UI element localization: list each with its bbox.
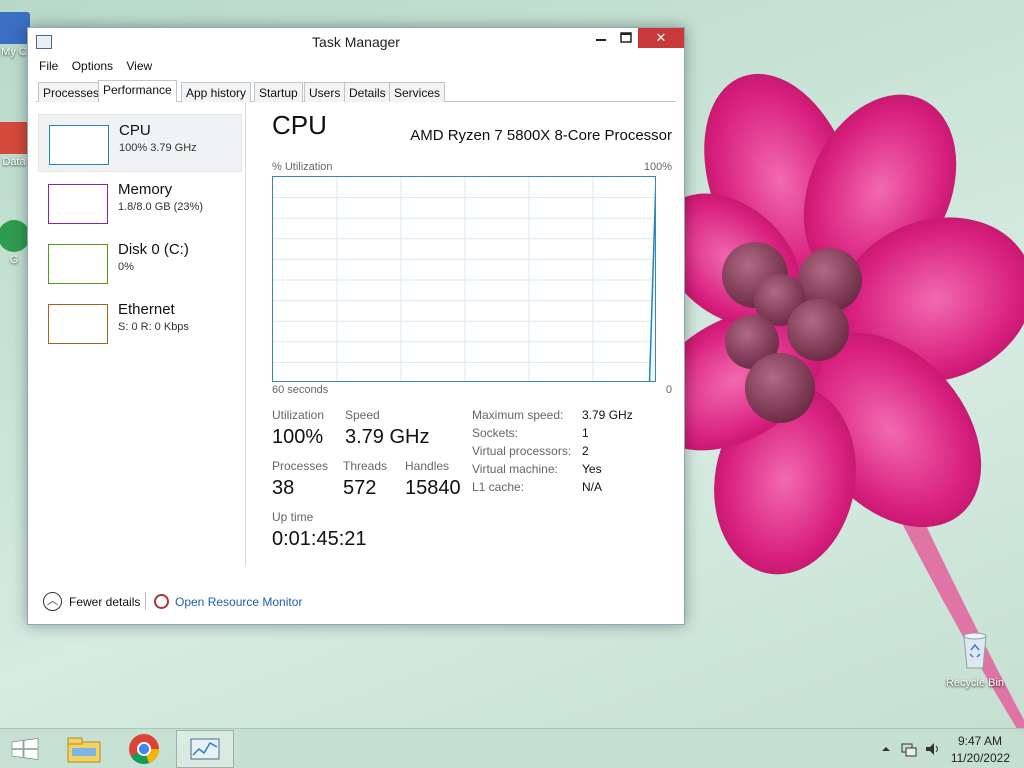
threads-value: 572 bbox=[343, 477, 377, 499]
uptime-label: Up time bbox=[272, 510, 314, 524]
uptime-value: 0:01:45:21 bbox=[272, 528, 367, 550]
file-explorer-icon bbox=[67, 737, 101, 763]
menu-bar: File Options View bbox=[34, 56, 157, 78]
desktop-icon-label: Data bbox=[2, 156, 26, 168]
spec-label: Maximum speed: bbox=[472, 408, 564, 422]
handles-label: Handles bbox=[405, 459, 450, 473]
spec-value: N/A bbox=[582, 480, 603, 494]
window-footer: ︿ Fewer details Open Resource Monitor bbox=[28, 580, 684, 624]
resource-summary: S: 0 R: 0 Kbps bbox=[118, 321, 189, 333]
chevron-up-icon[interactable]: ︿ bbox=[43, 592, 62, 611]
utilization-value: 100% bbox=[272, 426, 324, 448]
cpu-thumbnail-graph bbox=[49, 125, 109, 165]
clock-date[interactable]: 11/20/2022 bbox=[951, 751, 1010, 765]
processes-value: 38 bbox=[272, 477, 295, 499]
maximize-icon bbox=[620, 32, 632, 43]
speed-label: Speed bbox=[345, 408, 380, 422]
tab-app-history[interactable]: App history bbox=[181, 82, 252, 102]
menu-view[interactable]: View bbox=[121, 56, 157, 76]
spec-label: Virtual processors: bbox=[472, 444, 572, 458]
graph-y-label: % Utilization bbox=[272, 161, 333, 173]
cpu-utilization-graph bbox=[272, 176, 656, 382]
taskbar: 9:47 AM 11/20/2022 bbox=[0, 728, 1024, 768]
desktop-icon-label: G bbox=[9, 254, 19, 266]
speed-value: 3.79 GHz bbox=[345, 426, 430, 448]
resource-item-memory[interactable]: Memory 1.8/8.0 GB (23%) bbox=[38, 174, 242, 232]
footer-divider bbox=[145, 592, 146, 610]
processes-label: Processes bbox=[272, 459, 329, 473]
spec-label: Virtual machine: bbox=[472, 462, 558, 476]
spec-label: L1 cache: bbox=[472, 480, 525, 494]
recycle-bin-icon bbox=[963, 632, 987, 669]
resource-name: Disk 0 (C:) bbox=[118, 241, 189, 258]
open-resource-monitor-link[interactable]: Open Resource Monitor bbox=[175, 595, 302, 609]
taskbar-chrome[interactable] bbox=[115, 730, 173, 768]
resource-name: CPU bbox=[119, 122, 151, 139]
spec-label: Sockets: bbox=[472, 426, 519, 440]
network-icon[interactable] bbox=[900, 740, 918, 758]
cpu-detail: CPU AMD Ryzen 7 5800X 8-Core Processor %… bbox=[272, 102, 672, 572]
ethernet-thumbnail-graph bbox=[48, 304, 108, 344]
resource-summary: 1.8/8.0 GB (23%) bbox=[118, 201, 203, 213]
start-button[interactable] bbox=[0, 730, 50, 768]
maximize-button[interactable] bbox=[614, 28, 638, 48]
title-bar[interactable]: Task Manager ✕ bbox=[28, 28, 684, 56]
chrome-icon bbox=[129, 734, 159, 764]
minimize-button[interactable] bbox=[588, 28, 614, 48]
volume-icon[interactable] bbox=[924, 740, 942, 758]
disk-thumbnail-graph bbox=[48, 244, 108, 284]
start-icon bbox=[11, 738, 39, 760]
performance-panel: CPU 100% 3.79 GHz Memory 1.8/8.0 GB (23%… bbox=[36, 102, 676, 580]
memory-thumbnail-graph bbox=[48, 184, 108, 224]
system-tray: 9:47 AM 11/20/2022 bbox=[864, 729, 1024, 768]
tab-services[interactable]: Services bbox=[389, 82, 446, 102]
computer-icon bbox=[0, 12, 30, 44]
cpu-model-name: AMD Ryzen 7 5800X 8-Core Processor bbox=[410, 127, 672, 144]
resource-name: Ethernet bbox=[118, 301, 175, 318]
resource-summary: 100% 3.79 GHz bbox=[119, 142, 197, 154]
threads-label: Threads bbox=[343, 459, 388, 473]
desktop-icon-recycle-bin[interactable]: Recycle Bin bbox=[940, 630, 1010, 689]
utilization-label: Utilization bbox=[272, 408, 325, 422]
handles-value: 15840 bbox=[405, 477, 461, 499]
task-manager-window: Task Manager ✕ File Options View Process… bbox=[27, 27, 685, 625]
resource-summary: 0% bbox=[118, 261, 134, 273]
graph-y-max-label: 100% bbox=[643, 161, 672, 173]
tab-details[interactable]: Details bbox=[344, 82, 391, 102]
spec-value: 3.79 GHz bbox=[582, 408, 633, 422]
tab-performance[interactable]: Performance bbox=[98, 80, 177, 103]
graph-x-left-label: 60 seconds bbox=[272, 384, 329, 396]
menu-file[interactable]: File bbox=[34, 56, 63, 76]
resource-item-ethernet[interactable]: Ethernet S: 0 R: 0 Kbps bbox=[38, 294, 242, 352]
spec-value: Yes bbox=[582, 462, 602, 476]
taskbar-task-manager[interactable] bbox=[176, 730, 234, 768]
close-button[interactable]: ✕ bbox=[638, 28, 684, 48]
tab-bar: Processes Performance App history Startu… bbox=[36, 80, 676, 103]
tab-startup[interactable]: Startup bbox=[254, 82, 303, 102]
task-manager-icon bbox=[190, 738, 220, 760]
detail-title: CPU bbox=[272, 110, 327, 140]
resource-item-disk[interactable]: Disk 0 (C:) 0% bbox=[38, 234, 242, 292]
resource-name: Memory bbox=[118, 181, 173, 198]
resource-monitor-icon bbox=[154, 594, 169, 609]
close-icon: ✕ bbox=[655, 30, 667, 45]
chrome-icon bbox=[0, 220, 30, 252]
menu-options[interactable]: Options bbox=[67, 56, 118, 76]
tab-users[interactable]: Users bbox=[304, 82, 346, 102]
minimize-icon bbox=[596, 39, 606, 41]
spec-value: 2 bbox=[582, 444, 589, 458]
shortcut-icon bbox=[0, 122, 30, 154]
graph-x-right-label: 0 bbox=[665, 384, 672, 396]
window-title: Task Manager bbox=[312, 34, 400, 50]
show-hidden-icons-icon[interactable] bbox=[880, 743, 892, 755]
tab-processes[interactable]: Processes bbox=[38, 82, 105, 102]
resource-list: CPU 100% 3.79 GHz Memory 1.8/8.0 GB (23%… bbox=[36, 102, 246, 567]
spec-value: 1 bbox=[582, 426, 589, 440]
clock-time[interactable]: 9:47 AM bbox=[958, 734, 1002, 748]
taskbar-file-explorer[interactable] bbox=[56, 730, 114, 768]
resource-item-cpu[interactable]: CPU 100% 3.79 GHz bbox=[38, 114, 242, 172]
desktop-icon-label: My C bbox=[1, 46, 27, 58]
fewer-details-button[interactable]: Fewer details bbox=[69, 595, 140, 609]
recycle-bin-label: Recycle Bin bbox=[945, 677, 1005, 689]
